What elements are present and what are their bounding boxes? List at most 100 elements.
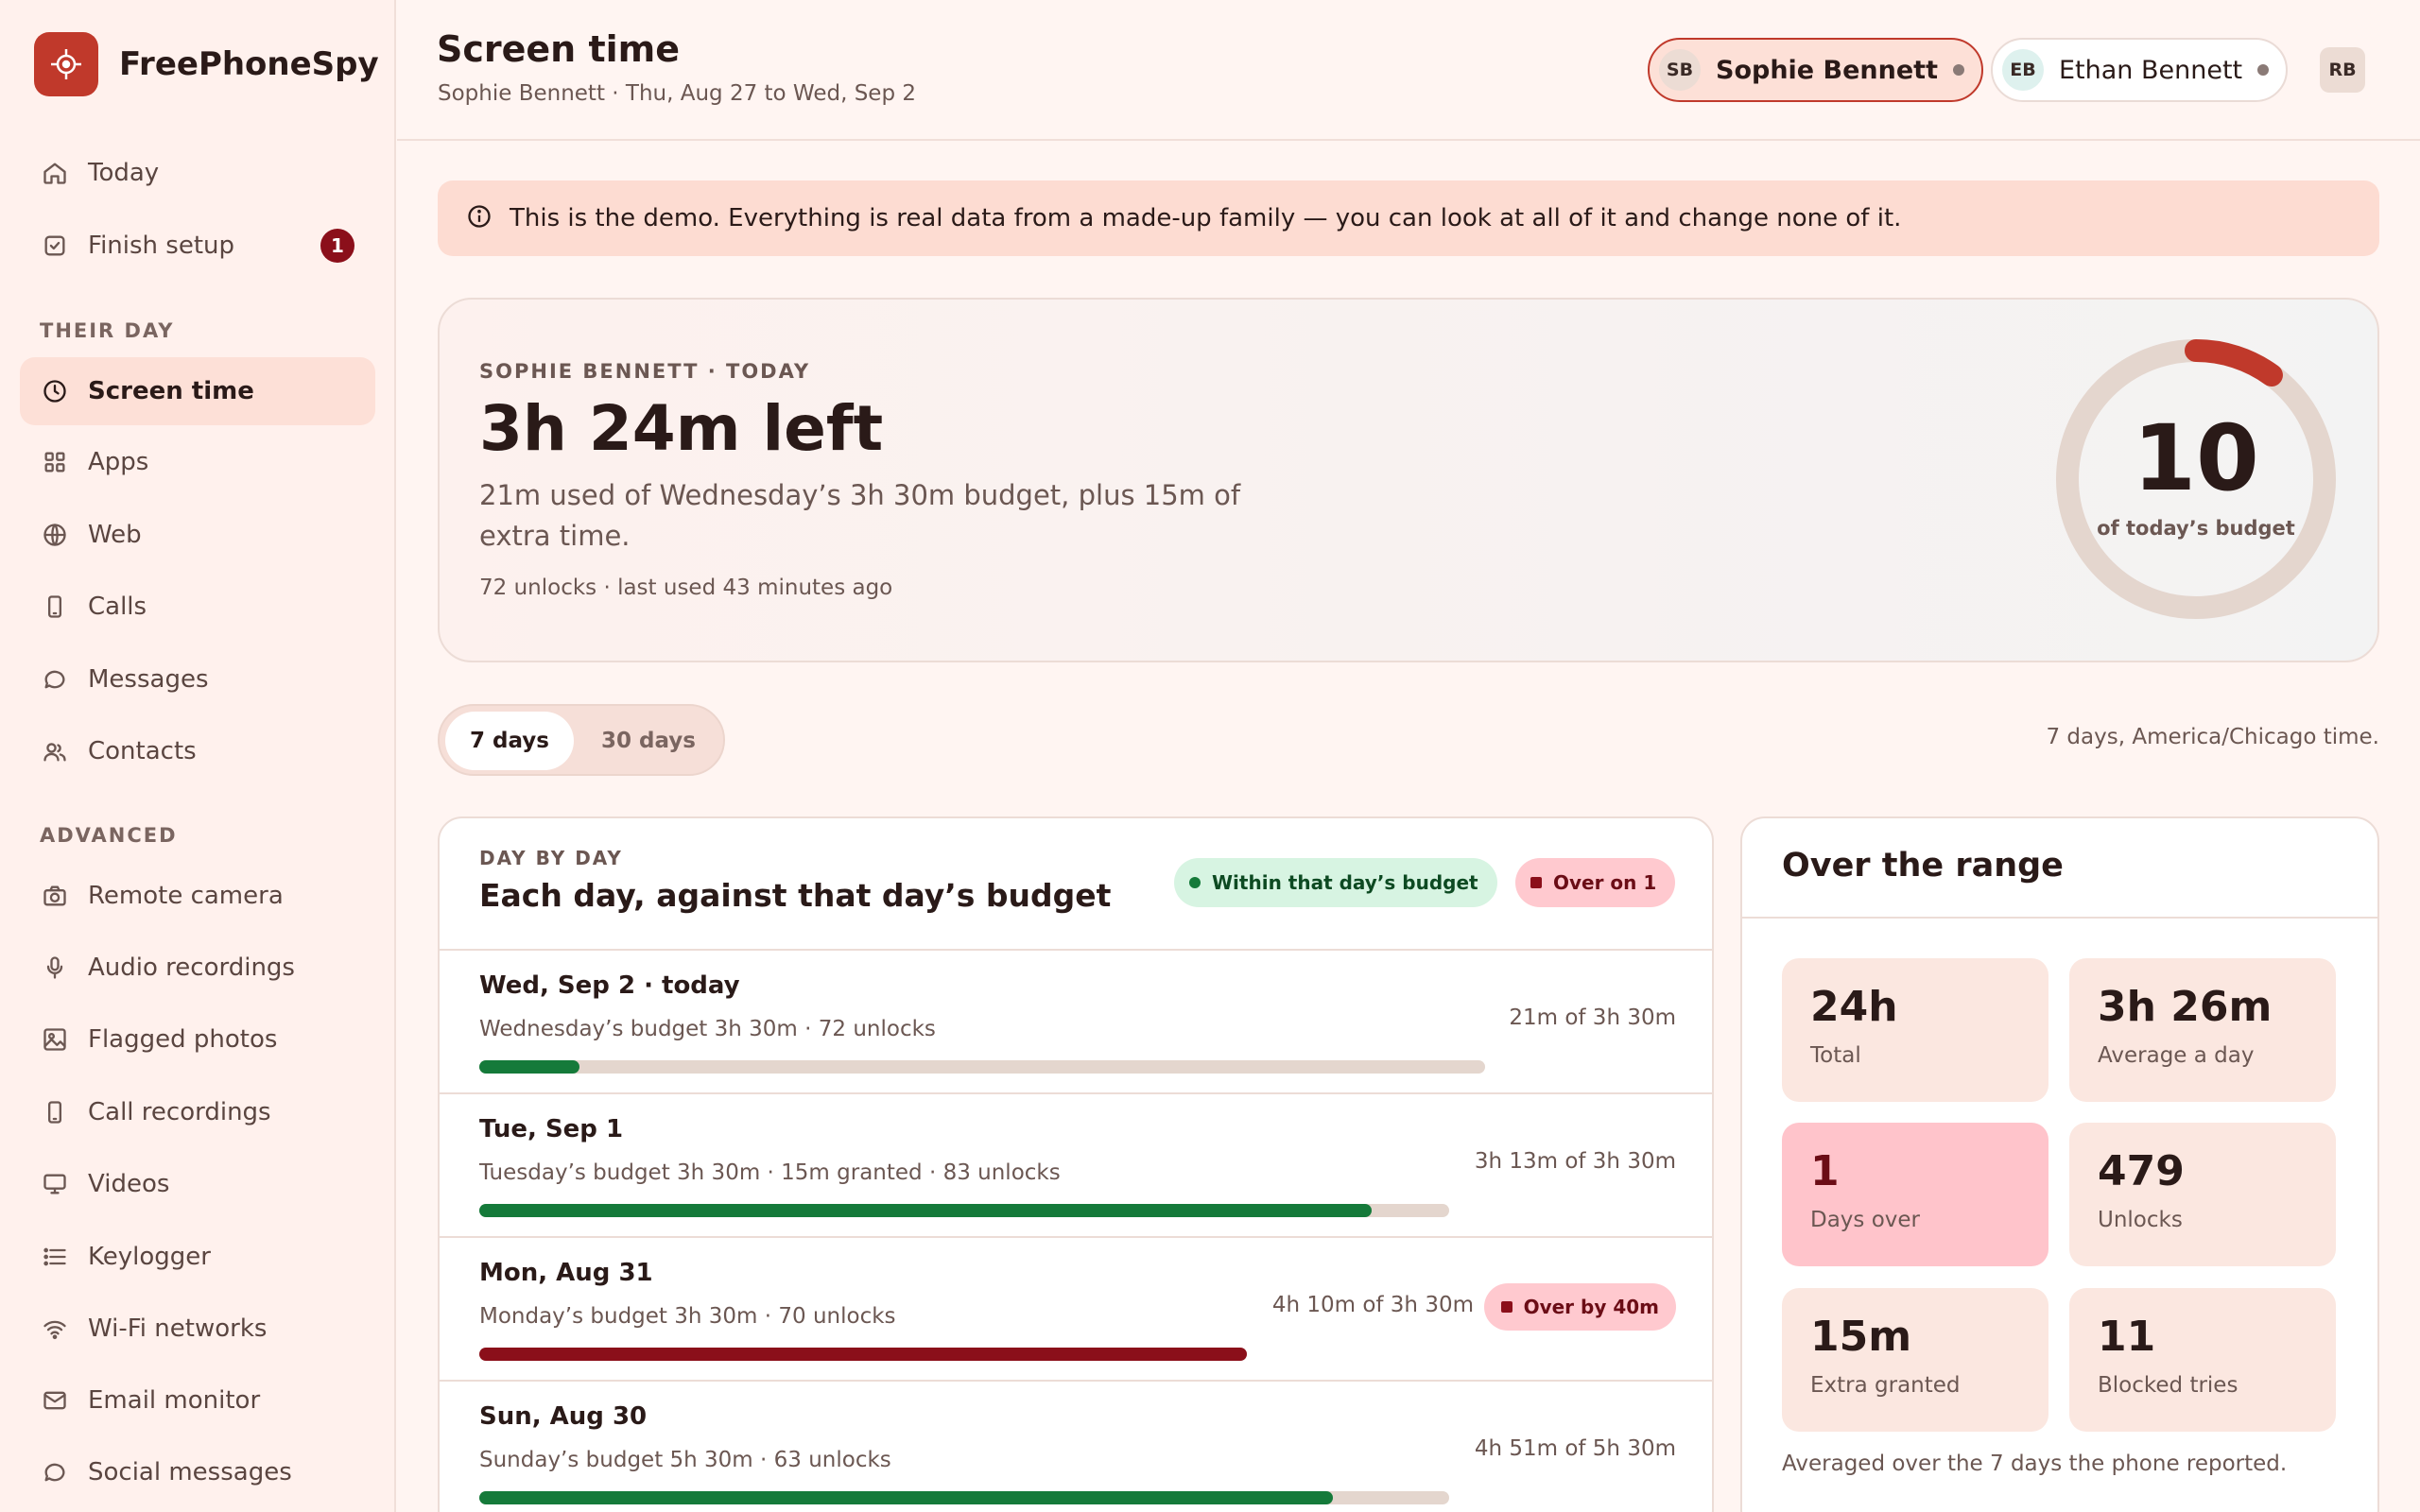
globe-icon	[41, 521, 69, 549]
toggle-30-days[interactable]: 30 days	[579, 712, 717, 770]
brand[interactable]: FreePhoneSpy	[34, 32, 379, 96]
info-icon	[466, 203, 493, 233]
usage-bar-track	[479, 1060, 1485, 1074]
profile-chip-ethan[interactable]: EB Ethan Bennett	[1991, 38, 2289, 102]
nav-social-messages[interactable]: Social messages	[20, 1438, 375, 1506]
nav-calls[interactable]: Calls	[20, 573, 375, 641]
mail-icon	[41, 1386, 69, 1415]
usage-bar-track	[479, 1491, 1449, 1504]
sidebar: FreePhoneSpy Today Finish setup 1 THEIR …	[0, 0, 396, 1512]
budget-percent: 10	[2133, 405, 2259, 511]
usage-bar-track	[479, 1348, 1247, 1361]
nav-label: Call recordings	[88, 1098, 271, 1126]
badge-dot	[1500, 1301, 1512, 1313]
toggle-7-days[interactable]: 7 days	[445, 712, 574, 770]
card-title: Each day, against that day’s budget	[479, 877, 1112, 914]
card-title: Over the range	[1782, 847, 2064, 885]
range-footnote: Averaged over the 7 days the phone repor…	[1782, 1452, 2288, 1476]
day-budget: Tuesday’s budget 3h 30m · 15m granted · …	[479, 1160, 1061, 1185]
nav-email-monitor[interactable]: Email monitor	[20, 1366, 375, 1435]
usage-bar-track	[479, 1204, 1449, 1217]
nav-label: Flagged photos	[88, 1025, 278, 1054]
setup-count-badge: 1	[320, 229, 354, 263]
day-used: 3h 13m of 3h 30m	[1474, 1149, 1676, 1174]
banner-text: This is the demo. Everything is real dat…	[510, 204, 1902, 232]
stat-label: Unlocks	[2098, 1208, 2183, 1232]
app-name: FreePhoneSpy	[119, 45, 379, 83]
day-row[interactable]: Mon, Aug 31 Monday’s budget 3h 30m · 70 …	[440, 1238, 1712, 1380]
nav-label: Apps	[88, 448, 149, 476]
day-row[interactable]: Sun, Aug 30 Sunday’s budget 5h 30m · 63 …	[440, 1382, 1712, 1512]
stat-unlocks: 479 Unlocks	[2069, 1123, 2336, 1266]
nav-audio-recordings[interactable]: Audio recordings	[20, 934, 375, 1002]
nav-videos[interactable]: Videos	[20, 1150, 375, 1218]
stat-value: 24h	[1810, 983, 1898, 1031]
stat-total: 24h Total	[1782, 958, 2048, 1102]
image-icon	[41, 1025, 69, 1054]
day-budget: Monday’s budget 3h 30m · 70 unlocks	[479, 1304, 896, 1329]
nav-screen-time[interactable]: Screen time	[20, 357, 375, 425]
section-advanced: ADVANCED	[40, 824, 178, 847]
over-the-range-card: Over the range 24h Total 3h 26m Average …	[1740, 816, 2379, 1512]
nav-label: Remote camera	[88, 882, 284, 910]
clock-icon	[41, 377, 69, 405]
usage-meta: 72 unlocks · last used 43 minutes ago	[479, 576, 893, 600]
page-subtitle: Sophie Bennett · Thu, Aug 27 to Wed, Sep…	[438, 81, 916, 106]
checkbox-icon	[41, 232, 69, 260]
avatar: EB	[2002, 49, 2044, 91]
profile-name: Sophie Bennett	[1716, 55, 1938, 85]
day-by-day-card: DAY BY DAY Each day, against that day’s …	[438, 816, 1714, 1512]
nav-flagged-photos[interactable]: Flagged photos	[20, 1005, 375, 1074]
nav-label: Finish setup	[88, 232, 234, 260]
nav-contacts[interactable]: Contacts	[20, 717, 375, 785]
nav-label: Today	[88, 159, 160, 187]
page-header: Screen time Sophie Bennett · Thu, Aug 27…	[397, 0, 2420, 141]
card-kicker: DAY BY DAY	[479, 847, 623, 869]
nav-wifi-networks[interactable]: Wi-Fi networks	[20, 1295, 375, 1363]
usage-description: 21m used of Wednesday’s 3h 30m budget, p…	[479, 479, 1241, 552]
mic-icon	[41, 954, 69, 982]
chat-icon	[41, 665, 69, 694]
home-icon	[41, 159, 69, 187]
demo-banner: This is the demo. Everything is real dat…	[438, 180, 2379, 256]
stat-value: 11	[2098, 1313, 2156, 1361]
logo-icon	[34, 32, 98, 96]
day-budget: Wednesday’s budget 3h 30m · 72 unlocks	[479, 1017, 936, 1041]
time-left: 3h 24m left	[479, 392, 884, 465]
nav-apps[interactable]: Apps	[20, 428, 375, 496]
wifi-icon	[41, 1314, 69, 1343]
budget-ring-label: of today’s budget	[2097, 517, 2295, 540]
legend-dot	[1530, 877, 1542, 888]
nav-label: Wi-Fi networks	[88, 1314, 268, 1343]
stat-average: 3h 26m Average a day	[2069, 958, 2336, 1102]
grid-icon	[41, 448, 69, 476]
nav-web[interactable]: Web	[20, 501, 375, 569]
user-avatar[interactable]: RB	[2320, 47, 2365, 93]
page-title: Screen time	[437, 28, 681, 70]
nav-messages[interactable]: Messages	[20, 645, 375, 713]
nav-today[interactable]: Today	[20, 139, 375, 207]
stat-days-over: 1 Days over	[1782, 1123, 2048, 1266]
stat-label: Extra granted	[1810, 1373, 1961, 1398]
nav-finish-setup[interactable]: Finish setup 1	[20, 212, 375, 280]
nav-keylogger[interactable]: Keylogger	[20, 1223, 375, 1291]
day-name: Sun, Aug 30	[479, 1402, 648, 1431]
range-timezone-note: 7 days, America/Chicago time.	[2046, 725, 2379, 749]
day-name: Tue, Sep 1	[479, 1115, 624, 1143]
day-row[interactable]: Wed, Sep 2 · today Wednesday’s budget 3h…	[440, 951, 1712, 1092]
status-dot	[2257, 64, 2270, 76]
monitor-icon	[41, 1170, 69, 1198]
stat-value: 15m	[1810, 1313, 1912, 1361]
stat-value: 479	[2098, 1147, 2185, 1195]
profile-chip-sophie[interactable]: SB Sophie Bennett	[1648, 38, 1983, 102]
people-icon	[41, 737, 69, 765]
day-name: Mon, Aug 31	[479, 1259, 653, 1287]
avatar: SB	[1659, 49, 1701, 91]
day-row[interactable]: Tue, Sep 1 Tuesday’s budget 3h 30m · 15m…	[440, 1094, 1712, 1236]
nav-call-recordings[interactable]: Call recordings	[20, 1078, 375, 1146]
over-budget-badge: Over by 40m	[1483, 1283, 1676, 1331]
nav-label: Contacts	[88, 737, 197, 765]
legend-label: Within that day’s budget	[1212, 871, 1478, 894]
nav-remote-camera[interactable]: Remote camera	[20, 862, 375, 930]
hero-kicker: SOPHIE BENNETT · TODAY	[479, 360, 811, 383]
